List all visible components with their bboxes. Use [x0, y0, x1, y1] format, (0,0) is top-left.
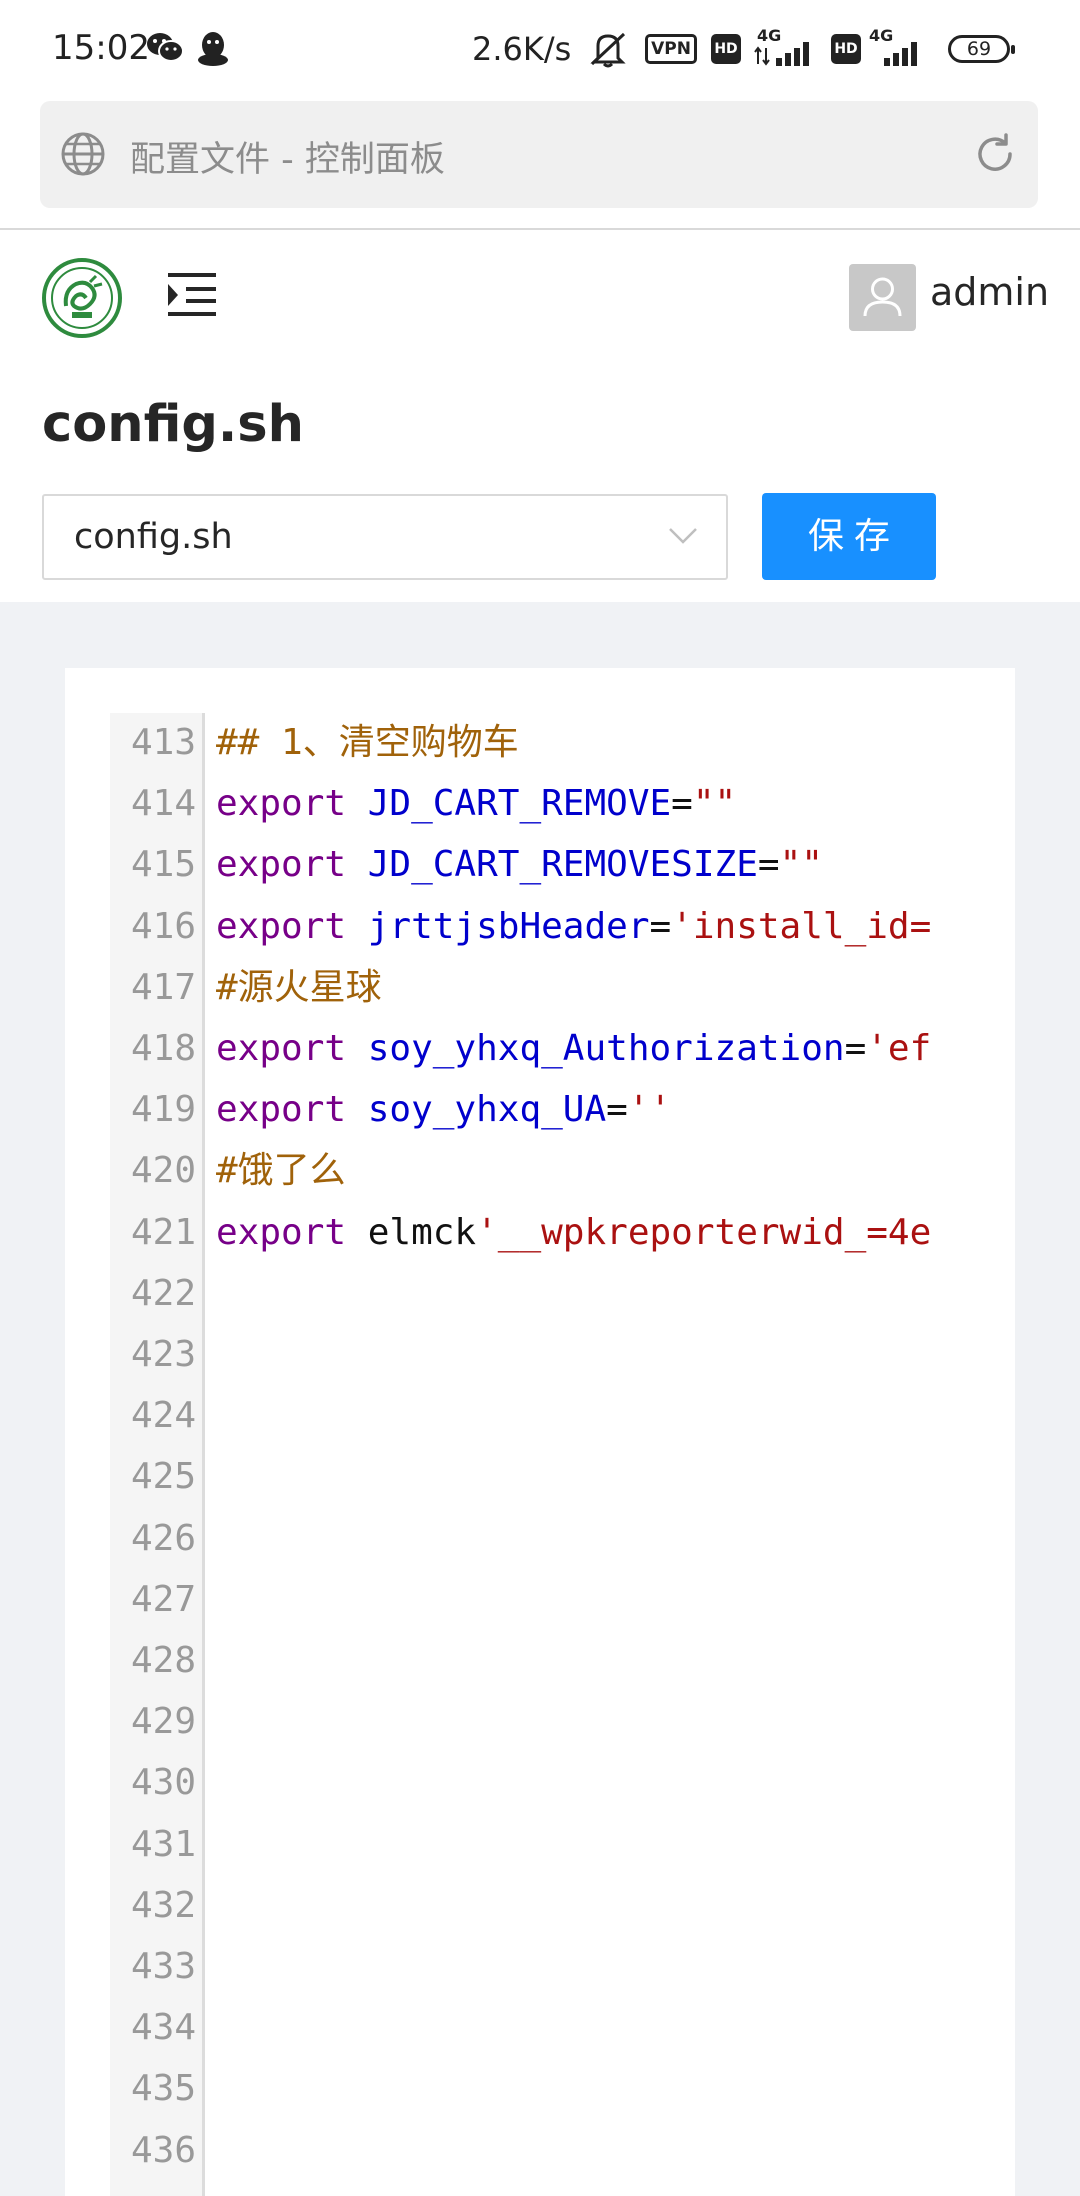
code-keyword: export	[216, 844, 347, 886]
menu-fold-icon[interactable]	[166, 270, 218, 322]
line-number: 425	[130, 1456, 196, 1498]
line-number: 424	[130, 1395, 196, 1437]
code-line: export jrttjsbHeader='install_id=	[216, 897, 931, 957]
code-keyword: export	[216, 783, 347, 825]
hd-badge-2: HD	[831, 34, 861, 64]
line-number: 437	[110, 2182, 196, 2196]
code-string: '__wpkreporterwid_=4e	[476, 1211, 932, 1253]
line-number: 428	[130, 1640, 196, 1681]
status-time: 15:02	[52, 28, 150, 68]
signal-icon-2	[872, 38, 932, 70]
hd-badge-1: HD	[711, 34, 741, 64]
code-line: export JD_CART_REMOVESIZE=""	[216, 835, 823, 895]
code-variable: soy_yhxq_Authorization	[367, 1028, 845, 1069]
app-logo[interactable]	[42, 258, 122, 338]
code-editor[interactable]: 413 414 415 416 417 418 419 420 421 422 423 424 425 4…	[110, 713, 970, 2196]
line-number: 416	[130, 905, 196, 947]
line-number: 434	[130, 2007, 196, 2049]
line-number-gutter: 413 414 415 416 417 418 419 420 421 422 423 424 425 4…	[110, 713, 205, 2196]
code-area[interactable]: ## 1、清空购物车 export JD_CART_REMOVE="" export…	[216, 713, 968, 2196]
code-operator: =	[757, 844, 780, 886]
line-number: 413	[130, 722, 196, 763]
code-line: ## 1、清空购物车	[216, 713, 519, 773]
page-title-in-address-bar: 配置文件 - 控制面板	[130, 140, 445, 180]
code-line: export JD_CART_REMOVE=""	[216, 774, 736, 834]
line-number: 435	[130, 2068, 196, 2110]
code-keyword: export	[216, 1211, 347, 1253]
code-string: 'install_id=	[671, 905, 932, 947]
code-comment: #饿了么	[216, 1150, 346, 1192]
qq-icon	[196, 30, 230, 72]
line-number: 426	[130, 1517, 196, 1559]
code-identifier: elmck	[367, 1211, 477, 1253]
code-line: export soy_yhxq_UA=''	[216, 1080, 671, 1140]
username[interactable]: admin	[930, 270, 1049, 314]
code-operator: =	[844, 1028, 867, 1069]
avatar[interactable]	[849, 264, 916, 331]
line-number: 420	[130, 1150, 196, 1192]
code-keyword: export	[216, 905, 347, 947]
vpn-badge: VPN	[645, 34, 697, 64]
line-number: 427	[130, 1578, 196, 1620]
page-title: config.sh	[42, 395, 304, 454]
code-variable: jrttjsbHeader	[367, 905, 650, 947]
code-line: #饿了么	[216, 1141, 346, 1201]
line-number: 415	[130, 844, 196, 886]
status-bar: 15:02 2.6K/s VPN HD 4G HD 4G 69	[0, 0, 1080, 100]
code-operator: =	[606, 1089, 628, 1131]
mute-icon	[586, 30, 630, 72]
chevron-down-icon	[668, 526, 698, 550]
line-number: 414	[130, 783, 196, 825]
code-comment: ## 1、清空购物车	[216, 722, 519, 763]
file-select-value: config.sh	[74, 517, 233, 557]
wechat-icon	[146, 30, 184, 68]
save-button[interactable]: 保存	[762, 493, 936, 580]
code-string: ''	[627, 1089, 672, 1131]
line-number: 429	[130, 1701, 196, 1743]
editor-card: 413 414 415 416 417 418 419 420 421 422 423 424 425 4…	[65, 668, 1015, 2196]
address-bar[interactable]: 配置文件 - 控制面板	[40, 101, 1038, 208]
code-variable: JD_CART_REMOVESIZE	[367, 844, 758, 886]
line-number: 417	[130, 966, 196, 1008]
line-number: 436	[130, 2129, 196, 2171]
code-line: #源火星球	[216, 958, 382, 1018]
line-number: 431	[130, 1823, 196, 1865]
line-number: 418	[130, 1028, 196, 1069]
code-variable: JD_CART_REMOVE	[367, 783, 672, 825]
reload-icon[interactable]	[972, 131, 1018, 181]
code-keyword: export	[216, 1028, 347, 1069]
line-number: 433	[130, 1946, 196, 1987]
line-number: 419	[130, 1089, 196, 1131]
code-operator: =	[649, 905, 672, 947]
globe-icon	[60, 131, 106, 181]
code-line: export elmck'__wpkreporterwid_=4e	[216, 1203, 931, 1263]
code-string: 'ef	[866, 1028, 932, 1069]
code-operator: =	[671, 783, 693, 825]
line-number: 421	[130, 1211, 196, 1253]
code-variable: soy_yhxq_UA	[367, 1089, 607, 1131]
line-number: 430	[130, 1762, 196, 1804]
network-speed: 2.6K/s	[472, 30, 572, 68]
app-header: admin config.sh config.sh 保存	[0, 230, 1080, 602]
line-number: 423	[130, 1334, 196, 1375]
code-string: ""	[779, 844, 823, 886]
signal-icon-1	[754, 38, 818, 70]
code-string: ""	[692, 783, 737, 825]
file-select[interactable]: config.sh	[42, 494, 728, 580]
line-number: 432	[130, 1884, 196, 1926]
code-comment: #源火星球	[216, 966, 382, 1008]
code-line: export soy_yhxq_Authorization='ef	[216, 1019, 931, 1079]
line-number: 422	[130, 1272, 196, 1314]
battery-icon: 69	[948, 35, 1015, 63]
code-keyword: export	[216, 1089, 347, 1131]
browser-toolbar: 配置文件 - 控制面板	[0, 100, 1080, 230]
